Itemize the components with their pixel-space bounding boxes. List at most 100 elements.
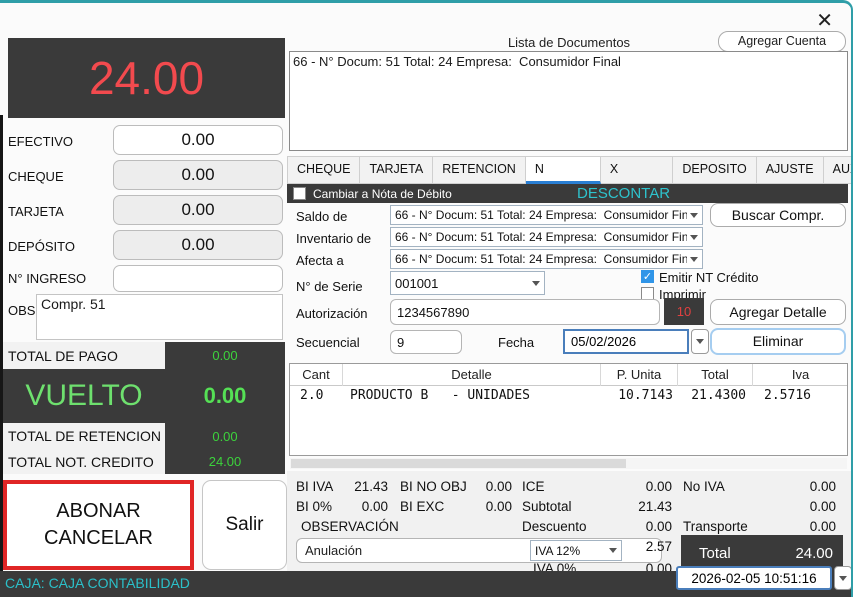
abonar-line: ABONAR (56, 500, 141, 522)
total-nota-credito-valuecell: 24.00 (165, 449, 285, 474)
efectivo-input[interactable] (113, 125, 283, 155)
grand-total-value: 24.00 (795, 544, 833, 562)
salir-button[interactable]: Salir (202, 480, 287, 570)
no-iva-value: 0.00 (809, 479, 836, 494)
saldo-de-label: Saldo de (296, 209, 348, 224)
fecha-label: Fecha (498, 335, 535, 350)
no-iva-label: No IVA (683, 479, 725, 494)
serie-combobox[interactable]: 001001 (390, 271, 545, 295)
descontar-label: DESCONTAR (577, 185, 671, 202)
no-iva-2-value: 0.00 (809, 499, 836, 514)
total-nota-credito-label: TOTAL NOT. CREDITO (8, 454, 154, 470)
caja-status-label: CAJA: CAJA CONTABILIDAD (5, 575, 190, 591)
payment-tabs: CHEQUE TARJETA RETENCION N CREDITO X COB… (287, 156, 851, 201)
autorizacion-input[interactable] (390, 299, 660, 325)
amount-due-display: 24.00 (8, 38, 285, 118)
status-bar: CAJA: CAJA CONTABILIDAD (0, 566, 851, 597)
tab-tarjeta[interactable]: TARJETA (360, 156, 434, 184)
obs-textarea[interactable]: Compr. 51 (36, 294, 283, 340)
detail-table: Cant Detalle P. Unita Total Iva 2.0 PROD… (289, 363, 848, 456)
agregar-detalle-button[interactable]: Agregar Detalle (710, 299, 846, 325)
secuencial-label: Secuencial (296, 335, 360, 350)
chevron-down-icon (839, 575, 847, 581)
datetime-input[interactable] (676, 566, 832, 590)
ningreso-input[interactable] (113, 265, 283, 292)
chevron-down-icon (696, 339, 704, 344)
emitir-nt-credito-label: Emitir NT Crédito (659, 270, 759, 285)
tab-aux[interactable]: AUX (823, 156, 851, 184)
deposito-label: DEPÓSITO (8, 239, 75, 254)
bi-exc-value: 0.00 (485, 499, 512, 514)
totals-summary: BI IVA 21.43 BI NO OBJ 0.00 ICE 0.00 No … (287, 471, 851, 576)
vuelto-label: VUELTO (25, 379, 143, 412)
chevron-down-icon (690, 256, 698, 262)
total-retencion-label: TOTAL DE RETENCION (8, 428, 161, 444)
total-nota-credito-row: TOTAL NOT. CREDITO 24.00 (3, 449, 285, 474)
efectivo-label: EFECTIVO (8, 134, 74, 149)
cancelar-line: CANCELAR (44, 527, 153, 549)
total-de-pago-valuecell: 0.00 (165, 342, 285, 369)
bi-iva-value: 21.43 (354, 479, 388, 494)
iva-amount-value: 2.57 (645, 539, 672, 554)
inventario-de-label: Inventario de (296, 231, 372, 246)
tab-cheque[interactable]: CHEQUE (287, 156, 361, 184)
secuencial-input[interactable] (390, 330, 462, 354)
fecha-input[interactable] (563, 329, 689, 354)
cambiar-nota-debito-label: Cambiar a Nóta de Débito (313, 187, 452, 201)
bi-exc-label: BI EXC (400, 499, 445, 514)
tarjeta-label: TARJETA (8, 204, 64, 219)
cell-p-unita: 10.7143 (618, 388, 673, 403)
table-horizontal-scrollbar[interactable] (290, 458, 847, 469)
abonar-cancelar-button[interactable]: ABONAR CANCELAR (3, 480, 194, 570)
deposito-input[interactable] (113, 230, 283, 260)
documents-listbox[interactable]: 66 - N° Docum: 51 Total: 24 Empresa: Con… (289, 51, 848, 151)
total-de-pago-value: 0.00 (212, 348, 238, 363)
observacion-label: OBSERVACIÓN (301, 519, 399, 534)
buscar-compr-button[interactable]: Buscar Compr. (710, 203, 846, 227)
tab-retencion[interactable]: RETENCION (433, 156, 526, 184)
tab-n-credito[interactable]: N CREDITO (525, 156, 601, 201)
tarjeta-input[interactable] (113, 195, 283, 225)
vuelto-value: 0.00 (203, 383, 247, 408)
tab-x-cobrar[interactable]: X COBRAR (600, 156, 674, 201)
document-list-item[interactable]: 66 - N° Docum: 51 Total: 24 Empresa: Con… (290, 52, 847, 71)
close-icon[interactable]: ✕ (816, 8, 833, 33)
transporte-value: 0.00 (809, 519, 836, 534)
col-iva: Iva (791, 367, 810, 382)
cell-detalle: PRODUCTO B - UNIDADES (350, 388, 531, 403)
total-de-pago-row: TOTAL DE PAGO 0.00 (3, 342, 285, 369)
saldo-de-combobox[interactable]: 66 - N° Docum: 51 Total: 24 Empresa: Con… (390, 205, 703, 225)
agregar-cuenta-button[interactable]: Agregar Cuenta (718, 31, 846, 52)
col-total: Total (678, 364, 753, 386)
ice-value: 0.00 (645, 479, 672, 494)
fecha-dropdown-button[interactable] (691, 329, 709, 354)
emitir-nt-credito-checkbox[interactable]: ✓ (641, 270, 654, 283)
tab-ajuste[interactable]: AJUSTE (756, 156, 824, 184)
inventario-de-value: 66 - N° Docum: 51 Total: 24 Empresa: Con… (395, 230, 687, 244)
total-nota-credito-value: 24.00 (208, 454, 242, 469)
descontar-bar: Cambiar a Nóta de Débito DESCONTAR (287, 184, 848, 203)
serie-value: 001001 (395, 275, 439, 291)
cheque-input[interactable] (113, 160, 283, 190)
ningreso-label: N° INGRESO (8, 271, 87, 286)
cell-cant: 2.0 (300, 388, 324, 403)
eliminar-button[interactable]: Eliminar (710, 328, 846, 355)
total-de-pago-label: TOTAL DE PAGO (8, 348, 118, 364)
total-retencion-value: 0.00 (212, 428, 238, 444)
afecta-a-combobox[interactable]: 66 - N° Docum: 51 Total: 24 Empresa: Con… (390, 249, 703, 269)
descuento-value: 0.00 (645, 519, 672, 534)
subtotal-value: 21.43 (638, 499, 672, 514)
scrollbar-thumb[interactable] (291, 459, 626, 468)
inventario-de-combobox[interactable]: 66 - N° Docum: 51 Total: 24 Empresa: Con… (390, 227, 703, 247)
tab-deposito[interactable]: DEPOSITO (673, 156, 757, 184)
detail-table-header: Cant Detalle P. Unita Total Iva (290, 364, 847, 386)
table-row[interactable]: 2.0 PRODUCTO B - UNIDADES 10.7143 21.430… (290, 388, 847, 406)
cell-total: 21.4300 (691, 388, 746, 403)
datetime-dropdown-button[interactable] (834, 566, 851, 590)
total-retencion-row: TOTAL DE RETENCION 0.00 (3, 423, 285, 449)
chevron-down-icon (532, 280, 540, 286)
cambiar-nota-debito-checkbox[interactable] (293, 187, 306, 200)
ice-label: ICE (522, 479, 545, 494)
serie-label: N° de Serie (296, 279, 363, 294)
chevron-down-icon (690, 212, 698, 218)
